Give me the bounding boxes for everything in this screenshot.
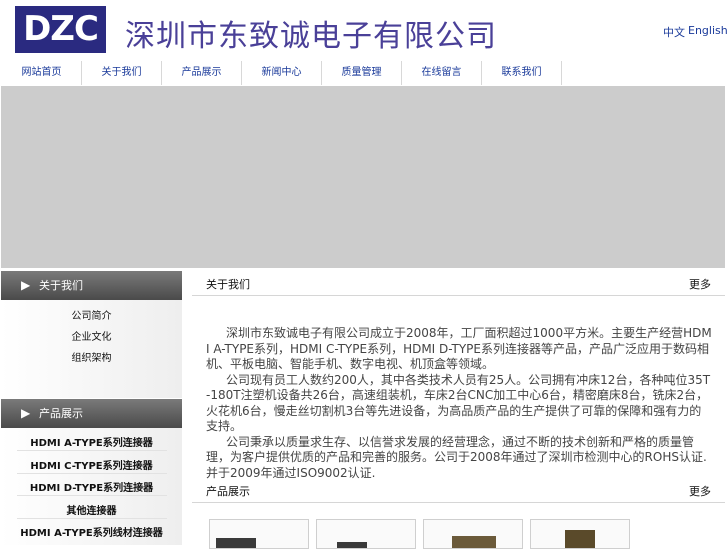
sidebar: ▶ 关于我们 公司简介 企业文化 组织架构 ▶ 产品展示 HDMI A-TYPE… [1, 271, 182, 545]
nav-item-home[interactable]: 网站首页 [2, 61, 82, 85]
nav-item-about[interactable]: 关于我们 [82, 61, 162, 85]
sidebar-item-organization[interactable]: 组织架构 [1, 349, 182, 364]
products-section-header: 产品展示 更多 [192, 478, 725, 503]
site-header: DZC 深圳市东致诚电子有限公司 中文 English [0, 0, 727, 60]
sidebar-products-list: HDMI A-TYPE系列连接器 HDMI C-TYPE系列连接器 HDMI D… [1, 428, 182, 545]
intro-paragraph: 公司现有员工人数约200人，其中各类技术人员有25人。公司拥有冲床12台，各种吨… [206, 372, 711, 434]
about-section-header: 关于我们 更多 [192, 271, 725, 296]
sidebar-item-company-profile[interactable]: 公司简介 [1, 307, 182, 322]
products-section-title: 产品展示 [206, 485, 250, 498]
divider [17, 518, 167, 519]
sidebar-item-hdmi-d-type[interactable]: HDMI D-TYPE系列连接器 [1, 479, 182, 494]
sidebar-item-hdmi-c-type[interactable]: HDMI C-TYPE系列连接器 [1, 457, 182, 472]
nav-item-quality[interactable]: 质量管理 [322, 61, 402, 85]
nav-item-news[interactable]: 新闻中心 [242, 61, 322, 85]
sidebar-item-culture[interactable]: 企业文化 [1, 328, 182, 343]
company-intro: 深圳市东致诚电子有限公司成立于2008年，工厂面积超过1000平方米。主要生产经… [206, 326, 712, 481]
nav-item-message[interactable]: 在线留言 [402, 61, 482, 85]
sidebar-products-header: ▶ 产品展示 [1, 399, 182, 428]
main-nav: 网站首页 关于我们 产品展示 新闻中心 质量管理 在线留言 联系我们 [0, 61, 727, 85]
divider [17, 495, 167, 496]
sidebar-products-title: 产品展示 [39, 407, 83, 420]
divider [17, 473, 167, 474]
sidebar-item-hdmi-a-type-cable[interactable]: HDMI A-TYPE系列线材连接器 [1, 524, 182, 539]
sidebar-item-hdmi-a-type[interactable]: HDMI A-TYPE系列连接器 [1, 434, 182, 449]
sidebar-about-list: 公司简介 企业文化 组织架构 [1, 300, 182, 398]
play-triangle-icon: ▶ [21, 406, 31, 420]
intro-paragraph: 深圳市东致诚电子有限公司成立于2008年，工厂面积超过1000平方米。主要生产经… [206, 326, 712, 371]
intro-paragraph: 公司秉承以质量求生存、以信誉求发展的经营理念，通过不断的技术创新和严格的质量管理… [206, 434, 707, 480]
language-chinese-link[interactable]: 中文 [663, 24, 685, 40]
sidebar-item-other-connectors[interactable]: 其他连接器 [1, 502, 182, 517]
sidebar-about-header: ▶ 关于我们 [1, 271, 182, 300]
nav-item-products[interactable]: 产品展示 [162, 61, 242, 85]
play-triangle-icon: ▶ [21, 278, 31, 292]
products-more-link[interactable]: 更多 [689, 483, 711, 499]
about-more-link[interactable]: 更多 [689, 276, 711, 292]
main-content: 关于我们 更多 深圳市东致诚电子有限公司成立于2008年，工厂面积超过1000平… [192, 271, 725, 549]
company-name: 深圳市东致诚电子有限公司 [125, 19, 497, 54]
sidebar-about-title: 关于我们 [39, 279, 83, 292]
divider [17, 450, 167, 451]
about-section-title: 关于我们 [206, 278, 250, 291]
company-logo[interactable]: DZC [15, 6, 106, 53]
nav-item-contact[interactable]: 联系我们 [482, 61, 562, 85]
banner-image [1, 86, 725, 268]
language-english-link[interactable]: English [688, 24, 727, 37]
